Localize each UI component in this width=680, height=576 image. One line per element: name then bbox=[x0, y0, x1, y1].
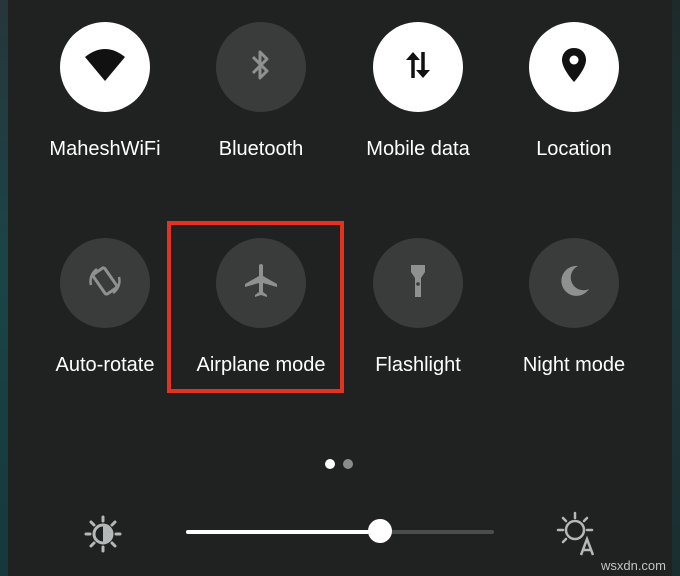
airplane-mode-highlight-box bbox=[167, 221, 344, 393]
brightness-low-icon bbox=[84, 515, 122, 558]
tile-wifi-label: MaheshWiFi bbox=[49, 138, 161, 160]
brightness-slider[interactable] bbox=[186, 519, 494, 543]
tile-mobile-data-label: Mobile data bbox=[366, 138, 470, 160]
tile-night-mode-toggle[interactable] bbox=[529, 238, 619, 328]
brightness-slider-fill bbox=[186, 530, 381, 534]
tile-mobile-data-toggle[interactable] bbox=[373, 22, 463, 112]
page-dot-active[interactable] bbox=[325, 459, 335, 469]
tile-auto-rotate[interactable]: Auto-rotate bbox=[30, 238, 180, 377]
tile-flashlight-toggle[interactable] bbox=[373, 238, 463, 328]
mobile-data-icon bbox=[403, 48, 433, 87]
tile-mobile-data[interactable]: Mobile data bbox=[343, 22, 493, 161]
wifi-icon bbox=[83, 47, 127, 88]
tile-night-mode[interactable]: Night mode bbox=[499, 238, 649, 377]
page-indicator bbox=[325, 459, 353, 469]
tile-flashlight-label: Flashlight bbox=[375, 354, 461, 376]
tile-bluetooth[interactable]: Bluetooth bbox=[186, 22, 336, 161]
auto-rotate-icon bbox=[85, 261, 125, 306]
watermark: wsxdn.com bbox=[600, 558, 666, 573]
night-mode-icon bbox=[556, 263, 592, 304]
brightness-slider-thumb[interactable] bbox=[368, 519, 393, 543]
tile-auto-rotate-label: Auto-rotate bbox=[55, 354, 155, 376]
tile-night-mode-label: Night mode bbox=[522, 354, 626, 376]
tile-wifi[interactable]: MaheshWiFi bbox=[30, 22, 180, 161]
tile-location[interactable]: Location bbox=[499, 22, 649, 161]
tile-wifi-toggle[interactable] bbox=[60, 22, 150, 112]
tile-flashlight[interactable]: Flashlight bbox=[343, 238, 493, 377]
tile-location-label: Location bbox=[536, 138, 612, 160]
location-pin-icon bbox=[560, 46, 588, 89]
page-dot-inactive[interactable] bbox=[343, 459, 353, 469]
tile-bluetooth-label: Bluetooth bbox=[218, 138, 304, 160]
bluetooth-icon bbox=[250, 48, 272, 87]
tile-location-toggle[interactable] bbox=[529, 22, 619, 112]
tile-bluetooth-toggle[interactable] bbox=[216, 22, 306, 112]
flashlight-icon bbox=[409, 263, 427, 304]
tile-auto-rotate-toggle[interactable] bbox=[60, 238, 150, 328]
brightness-auto-icon[interactable] bbox=[555, 511, 599, 562]
